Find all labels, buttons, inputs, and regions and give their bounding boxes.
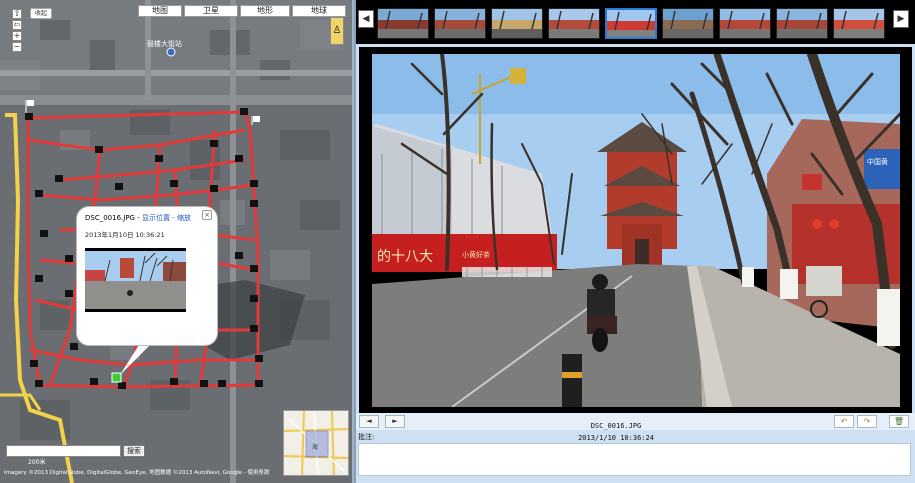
map-attribution: Imagery ©2013 DigitalGlobe, DigitalGlobe…	[4, 470, 270, 476]
watermark: http://www.fengyunbike.com	[650, 455, 908, 473]
overview-map[interactable]: 海	[283, 410, 349, 476]
photo-time: 2013/1/10 10:36:24	[578, 434, 654, 442]
app-window: 鼓楼大街站 收起 ⇧ ⇦ + − 地图 卫星 地形 地球 ♙ DSC_0016.…	[0, 0, 915, 483]
popup-thumbnail[interactable]	[85, 248, 186, 312]
svg-text:海: 海	[312, 443, 318, 451]
banner-sign: 小黄好茶	[462, 250, 490, 259]
popup-sep: -	[134, 214, 142, 222]
scale-label: 200米	[28, 459, 46, 466]
rotate-right-button[interactable]: ↷	[857, 415, 877, 428]
close-icon[interactable]: ×	[202, 210, 212, 220]
filmstrip-thumb[interactable]	[377, 8, 429, 39]
pegman-icon[interactable]: ♙	[330, 17, 344, 45]
notes-label: 批注:	[358, 433, 375, 441]
filmstrip-thumb[interactable]	[776, 8, 828, 39]
map-type-map[interactable]: 地图	[138, 5, 182, 17]
filmstrip-thumb[interactable]	[434, 8, 486, 39]
main-photo[interactable]: 的十八大 小黄好茶 中国黄	[372, 54, 900, 407]
popup-filename: DSC_0016.JPG	[85, 214, 135, 222]
shop-sign: 中国黄	[867, 157, 888, 166]
map-type-satellite[interactable]: 卫星	[184, 5, 238, 17]
street-label: 鼓楼大街站	[147, 39, 182, 48]
map-type-earth[interactable]: 地球	[292, 5, 346, 17]
rotate-left-button[interactable]: ↶	[834, 415, 854, 428]
search-button[interactable]: 搜索	[123, 445, 145, 457]
filmstrip-thumb[interactable]	[719, 8, 771, 39]
filmstrip-thumb[interactable]	[605, 8, 657, 39]
filmstrip-thumb[interactable]	[833, 8, 885, 39]
popup-time: 2013年1月10日 10:36:21	[85, 231, 165, 239]
filmstrip-thumb[interactable]	[491, 8, 543, 39]
map-panel[interactable]: 鼓楼大街站 收起 ⇧ ⇦ + − 地图 卫星 地形 地球 ♙ DSC_0016.…	[0, 0, 354, 483]
zoom-out-button[interactable]: −	[12, 42, 22, 52]
filmstrip-thumb[interactable]	[662, 8, 714, 39]
file-name: DSC_0016.JPG	[590, 422, 642, 430]
svg-text:的十八大: 的十八大	[377, 249, 433, 265]
collapse-button[interactable]: 收起	[30, 8, 52, 19]
popup-link-sep: -	[169, 214, 177, 222]
zoom-in-button[interactable]: +	[12, 31, 22, 41]
filmstrip[interactable]: ◀ ▶	[356, 0, 915, 44]
nav-bar: ◄ ► DSC_0016.JPG 2013/1/10 10:36:24	[356, 413, 915, 442]
pan-up-icon[interactable]: ⇧	[12, 9, 22, 19]
popup-tail	[120, 340, 155, 375]
search-input[interactable]	[6, 445, 121, 457]
popup-title: DSC_0016.JPG - 显示位置 - 缩放	[85, 213, 191, 223]
photo-frame: 的十八大 小黄好茶 中国黄	[359, 47, 912, 413]
filmstrip-left-button[interactable]: ◀	[358, 10, 374, 28]
filmstrip-right-button[interactable]: ▶	[893, 10, 909, 28]
delete-icon[interactable]: 🗑	[889, 415, 909, 428]
show-location-link[interactable]: 显示位置	[142, 214, 170, 222]
zoom-link[interactable]: 缩放	[177, 214, 191, 222]
pan-left-icon[interactable]: ⇦	[12, 20, 22, 30]
photo-viewer: ◀ ▶ 的十八大 小黄好茶 中国黄 ◄ ► DSC_0016.JPG 2013/…	[356, 0, 915, 483]
info-popup[interactable]: DSC_0016.JPG - 显示位置 - 缩放 × 2013年1月10日 10…	[77, 207, 217, 345]
filmstrip-thumb[interactable]	[548, 8, 600, 39]
map-type-terrain[interactable]: 地形	[240, 5, 290, 17]
